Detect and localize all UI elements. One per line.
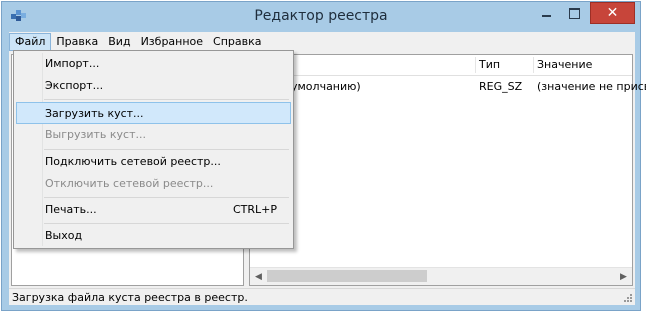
menu-item-exit[interactable]: Выход [16, 225, 291, 247]
value-name: умолчанию) [291, 80, 361, 93]
file-menu-dropdown: Импорт... Экспорт... Загрузить куст... В… [13, 50, 294, 249]
maximize-icon [568, 7, 580, 19]
menu-item-shortcut: CTRL+P [233, 203, 278, 216]
menu-item-print[interactable]: Печать... CTRL+P [16, 199, 291, 221]
menu-favorites[interactable]: Избранное [136, 33, 208, 51]
menu-view[interactable]: Вид [103, 33, 135, 51]
close-button[interactable]: ✕ [590, 2, 635, 24]
menu-item-export[interactable]: Экспорт... [16, 75, 291, 97]
menu-edit[interactable]: Правка [51, 33, 103, 51]
status-text: Загрузка файла куста реестра в реестр. [12, 291, 248, 304]
column-header-type[interactable]: Тип [475, 57, 534, 73]
menu-item-label: Импорт... [45, 57, 100, 70]
value-data: (значение не присв [537, 80, 646, 93]
menu-item-label: Экспорт... [45, 79, 104, 92]
value-type: REG_SZ [479, 80, 523, 93]
list-item[interactable]: умолчанию) REG_SZ (значение не присв [250, 79, 646, 95]
registry-editor-window: Редактор реестра ✕ Файл Правка Вид Избра… [1, 1, 646, 311]
menu-item-load-hive[interactable]: Загрузить куст... [16, 102, 291, 124]
close-icon: ✕ [606, 5, 619, 21]
values-list-pane[interactable]: Тип Значение умолчанию) REG_SZ (значение… [249, 54, 646, 286]
menu-item-label: Подключить сетевой реестр... [45, 155, 221, 168]
menu-item-disconnect-network-registry[interactable]: Отключить сетевой реестр... [16, 173, 291, 195]
menu-item-label: Загрузить куст... [45, 107, 144, 120]
menu-bar: Файл Правка Вид Избранное Справка [9, 32, 635, 52]
menu-item-connect-network-registry[interactable]: Подключить сетевой реестр... [16, 151, 291, 173]
menu-item-label: Отключить сетевой реестр... [45, 177, 214, 190]
menu-separator [44, 197, 289, 198]
maximize-button[interactable] [560, 2, 588, 24]
status-bar: Загрузка файла куста реестра в реестр. [9, 288, 635, 305]
scroll-right-arrow-icon[interactable]: ▶ [615, 268, 632, 285]
menu-file[interactable]: Файл [9, 33, 52, 51]
menu-separator [44, 223, 289, 224]
menu-item-label: Выгрузить куст... [45, 128, 146, 141]
minimize-button[interactable] [532, 2, 560, 24]
column-header-value[interactable]: Значение [533, 57, 637, 73]
menu-item-unload-hive[interactable]: Выгрузить куст... [16, 124, 291, 146]
menu-item-label: Печать... [45, 203, 97, 216]
horizontal-scrollbar[interactable]: ◀ ▶ [250, 267, 632, 285]
scrollbar-thumb[interactable] [267, 270, 427, 282]
menu-item-import[interactable]: Импорт... [16, 53, 291, 75]
column-headers: Тип Значение [250, 55, 632, 76]
menu-help[interactable]: Справка [208, 33, 266, 51]
minimize-icon [541, 15, 551, 17]
menu-separator [44, 99, 289, 100]
size-grip-icon[interactable] [623, 293, 633, 303]
menu-separator [44, 149, 289, 150]
scroll-left-arrow-icon[interactable]: ◀ [250, 268, 267, 285]
menu-item-label: Выход [45, 229, 83, 242]
title-bar[interactable]: Редактор реестра ✕ [2, 2, 640, 32]
